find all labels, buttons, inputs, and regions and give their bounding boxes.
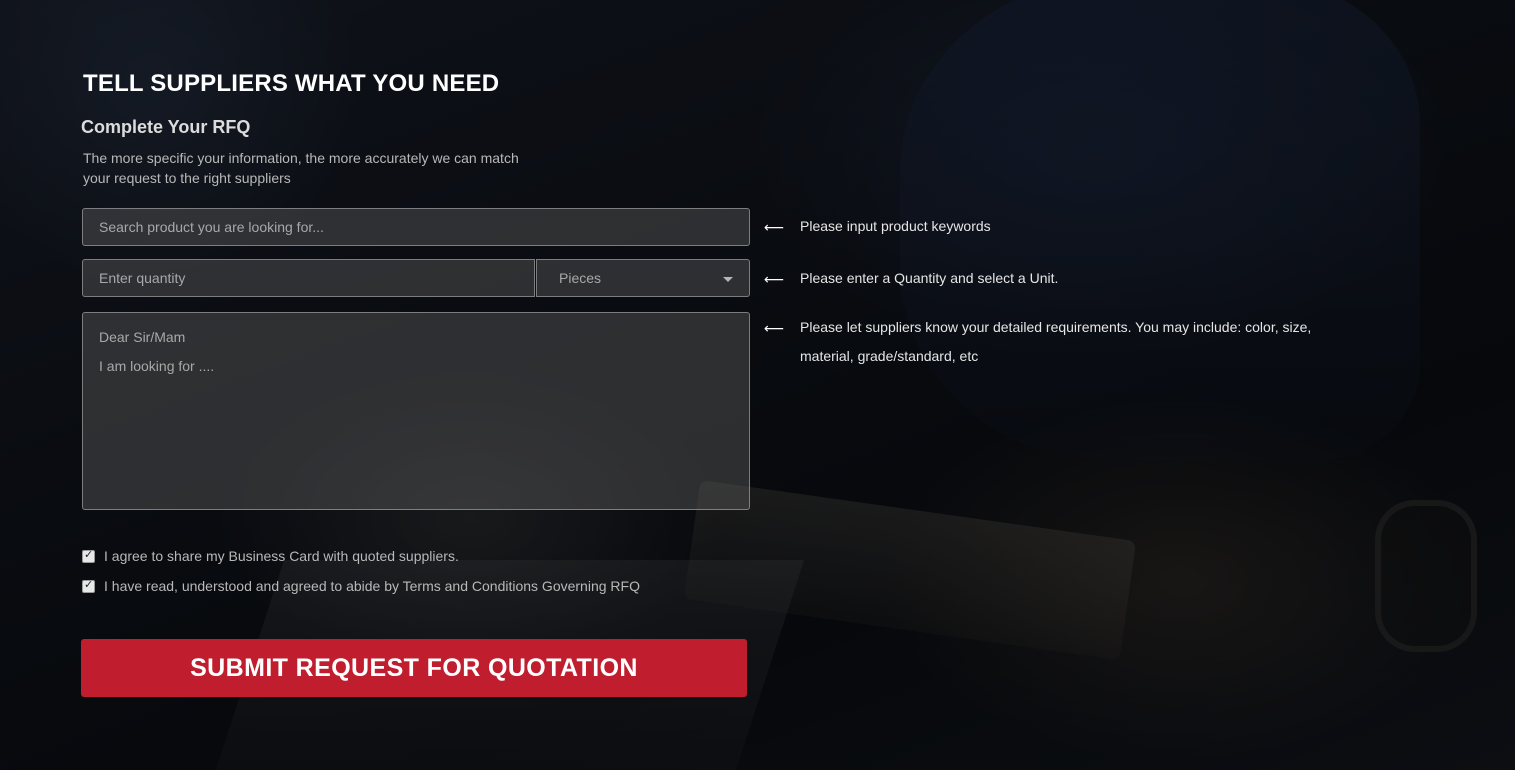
hint-keywords-text: Please input product keywords: [800, 218, 991, 234]
share-business-card-checkbox[interactable]: ✓: [82, 548, 95, 563]
form-description: The more specific your information, the …: [83, 150, 519, 186]
quantity-input[interactable]: [82, 259, 535, 297]
form-subtitle: Complete Your RFQ: [81, 117, 251, 137]
unit-select-value: Pieces: [559, 270, 602, 286]
arrow-left-icon: ⟵: [764, 271, 785, 287]
product-search-input[interactable]: [82, 208, 750, 246]
terms-agreement-row[interactable]: ✓ I have read, understood and agreed to …: [82, 578, 640, 594]
rfq-form: TELL SUPPLIERS WHAT YOU NEED Complete Yo…: [0, 0, 1515, 770]
arrow-left-icon: ⟵: [764, 320, 785, 336]
checkmark-icon: ✓: [84, 548, 94, 561]
unit-select[interactable]: Pieces: [536, 259, 750, 297]
requirements-textarea[interactable]: [82, 312, 750, 510]
page-title: TELL SUPPLIERS WHAT YOU NEED: [83, 70, 500, 97]
chevron-down-icon: [723, 277, 733, 282]
hint-keywords: ⟵ Please input product keywords: [764, 218, 991, 234]
hint-requirements-text: Please let suppliers know your detailed …: [800, 319, 1312, 364]
terms-agreement-label: I have read, understood and agreed to ab…: [104, 578, 640, 594]
arrow-left-icon: ⟵: [764, 219, 785, 235]
hint-quantity: ⟵ Please enter a Quantity and select a U…: [764, 270, 1058, 286]
hint-requirements: ⟵ Please let suppliers know your detaile…: [764, 319, 1360, 371]
rfq-page: TELL SUPPLIERS WHAT YOU NEED Complete Yo…: [0, 0, 1515, 770]
share-business-card-row[interactable]: ✓ I agree to share my Business Card with…: [82, 548, 459, 564]
share-business-card-label: I agree to share my Business Card with q…: [104, 548, 459, 564]
submit-rfq-button[interactable]: SUBMIT REQUEST FOR QUOTATION: [81, 639, 747, 697]
checkmark-icon: ✓: [84, 578, 94, 591]
terms-agreement-checkbox[interactable]: ✓: [82, 578, 95, 593]
hint-quantity-text: Please enter a Quantity and select a Uni…: [800, 270, 1059, 286]
